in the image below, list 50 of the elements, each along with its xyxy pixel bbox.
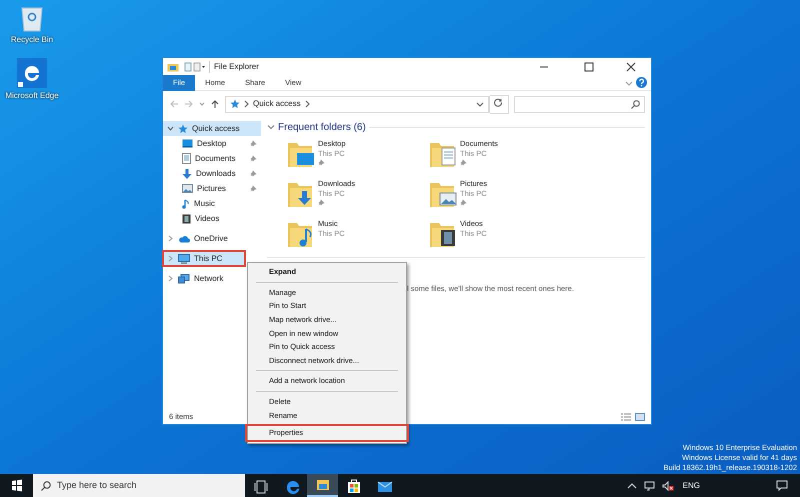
nav-item[interactable]: Documents (163, 151, 261, 166)
details-view-icon[interactable] (621, 413, 631, 421)
nav-item[interactable]: Desktop (163, 136, 261, 151)
help-icon[interactable] (636, 77, 647, 88)
network-icon[interactable] (644, 480, 656, 490)
search-field[interactable] (514, 96, 645, 112)
document-icon (182, 153, 191, 164)
breadcrumb[interactable]: Quick access (253, 98, 301, 110)
film-icon (182, 214, 191, 224)
nav-item[interactable]: This PC (163, 251, 245, 266)
search-field[interactable]: Type here to search (57, 478, 245, 492)
chevron-right-icon (304, 100, 310, 108)
chevron-right-icon (167, 235, 174, 242)
window-title: File Explorer (209, 60, 523, 72)
speech-bubble-icon[interactable] (776, 480, 788, 492)
nav-item[interactable]: OneDrive (163, 231, 261, 246)
tiles-view-icon[interactable] (635, 413, 645, 421)
speaker-muted-icon[interactable] (662, 480, 674, 490)
cloud-icon (178, 234, 190, 242)
chevron-down-icon (167, 125, 174, 132)
search-box[interactable]: Type here to search (33, 474, 245, 497)
music-note-icon (182, 198, 190, 208)
picture-icon (182, 184, 193, 193)
up-arrow-icon[interactable] (210, 99, 220, 109)
computer-icon (178, 254, 190, 264)
address-bar[interactable]: Quick access (225, 96, 490, 112)
down-arrow-icon (182, 168, 192, 178)
chevron-up-icon[interactable] (626, 480, 637, 490)
chevron-down-icon[interactable] (267, 123, 275, 131)
nav-item[interactable]: Quick access (163, 121, 261, 136)
search-icon (41, 480, 51, 490)
chevron-right-icon (244, 100, 249, 108)
chevron-right-icon (167, 275, 174, 282)
star-icon (178, 124, 188, 134)
nav-item[interactable]: Videos (163, 211, 261, 226)
browser-shortcut-icon[interactable] (17, 58, 47, 88)
folder-icon (167, 62, 179, 72)
language-indicator[interactable]: ENG (682, 480, 700, 492)
chevron-right-icon (167, 255, 174, 262)
section-header[interactable]: Frequent folders (6) (278, 120, 366, 134)
folder-icon[interactable] (307, 474, 338, 497)
monitor-icon (182, 139, 193, 148)
search-icon (631, 100, 640, 108)
star-icon (230, 99, 240, 109)
nav-item[interactable]: Downloads (163, 166, 261, 181)
nav-item[interactable]: Pictures (163, 181, 261, 196)
refresh-icon[interactable] (490, 94, 509, 114)
nav-item[interactable]: Music (163, 196, 261, 211)
nav-item[interactable]: Network (163, 271, 261, 286)
network-icon (178, 274, 190, 284)
